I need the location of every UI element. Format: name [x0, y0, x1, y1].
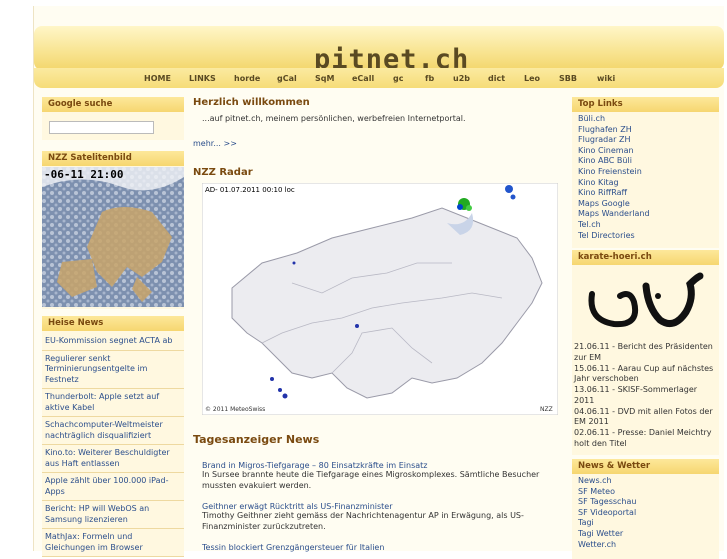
top-links-box: Top Links Büli.ch Flughafen ZH Flugradar… — [572, 97, 719, 248]
news-item: Geithner erwägt Rücktritt als US-Finanzm… — [202, 502, 542, 532]
page: pitnet.ch HOME LINKS horde gCal SqM eCal… — [33, 6, 724, 559]
news-item: Tessin blockiert Grenzgängersteuer für I… — [202, 543, 542, 552]
satellite-timestamp: -06-11 21:00 — [44, 168, 123, 181]
nav-wiki[interactable]: wiki — [597, 74, 615, 83]
heise-item[interactable]: Apple zählt über 100.000 iPad-Apps — [42, 473, 184, 501]
news-weather-link[interactable]: News.ch — [578, 476, 719, 487]
nav-horde[interactable]: horde — [234, 74, 260, 83]
nzz-satellite-title: NZZ Satelitenbild — [42, 151, 184, 166]
top-navigation: HOME LINKS horde gCal SqM eCall gc fb u2… — [34, 68, 724, 88]
karate-title: karate-hoeri.ch — [572, 250, 719, 265]
news-weather-link[interactable]: Tagi — [578, 518, 719, 529]
news-text: Timothy Geithner zieht gemäss der Nachri… — [202, 511, 524, 531]
nav-home[interactable]: HOME — [144, 74, 171, 83]
nav-fb[interactable]: fb — [425, 74, 434, 83]
news-weather-title: News & Wetter — [572, 459, 719, 474]
nav-ecall[interactable]: eCall — [352, 74, 374, 83]
heise-item[interactable]: MathJax: Formeln und Gleichungen im Brow… — [42, 529, 184, 557]
nav-dict[interactable]: dict — [488, 74, 505, 83]
news-weather-link[interactable]: SF Tagesschau — [578, 497, 719, 508]
google-search-input[interactable] — [49, 121, 154, 134]
heise-item[interactable]: Regulierer senkt Terminierungsentgelte i… — [42, 351, 184, 389]
news-weather-link[interactable]: Tagi Wetter — [578, 529, 719, 540]
tagesanzeiger-heading: Tagesanzeiger News — [193, 433, 320, 446]
news-headline[interactable]: Brand in Migros-Tiefgarage – 80 Einsatzk… — [202, 461, 542, 470]
top-link[interactable]: Kino Cineman — [578, 146, 719, 157]
nav-u2b[interactable]: u2b — [453, 74, 470, 83]
top-link[interactable]: Kino RiffRaff — [578, 188, 719, 199]
radar-timestamp: AD- 01.07.2011 00:10 loc — [205, 186, 295, 194]
heise-item[interactable]: Bericht: HP will WebOS an Samsung lizenz… — [42, 501, 184, 529]
top-links-title: Top Links — [572, 97, 719, 112]
news-item: Brand in Migros-Tiefgarage – 80 Einsatzk… — [202, 461, 542, 491]
top-link[interactable]: Kino Kitag — [578, 178, 719, 189]
top-link[interactable]: Maps Google — [578, 199, 719, 210]
welcome-text: ...auf pitnet.ch, meinem persönlichen, w… — [202, 114, 466, 123]
heise-item[interactable]: Schachcomputer-Weltmeister nachträglich … — [42, 417, 184, 445]
radar-heading: NZZ Radar — [193, 167, 253, 178]
heise-item[interactable]: Kino.to: Weiterer Beschuldigter aus Haft… — [42, 445, 184, 473]
nav-links[interactable]: LINKS — [189, 74, 216, 83]
news-weather-link[interactable]: SF Videoportal — [578, 508, 719, 519]
top-link[interactable]: Tel Directories — [578, 231, 719, 242]
nzz-satellite-box: NZZ Satelitenbild -06-11 21:00 — [42, 151, 184, 309]
radar-credit: © 2011 MeteoSwiss — [205, 406, 265, 413]
news-weather-box: News & Wetter News.ch SF Meteo SF Tagess… — [572, 459, 719, 559]
top-link[interactable]: Büli.ch — [578, 114, 719, 125]
top-link[interactable]: Flugradar ZH — [578, 135, 719, 146]
karate-news-item[interactable]: 04.06.11 - DVD mit allen Fotos der EM 20… — [574, 407, 717, 428]
header-banner: pitnet.ch — [34, 26, 724, 75]
google-search-title: Google suche — [42, 97, 184, 112]
karate-news-item[interactable]: 15.06.11 - Aarau Cup auf nächstes Jahr v… — [574, 364, 717, 385]
news-headline[interactable]: Geithner erwägt Rücktritt als US-Finanzm… — [202, 502, 542, 511]
news-text: In Sursee brannte heute die Tiefgarage e… — [202, 470, 540, 490]
nav-gcal[interactable]: gCal — [277, 74, 297, 83]
top-link[interactable]: Maps Wanderland — [578, 209, 719, 220]
top-link[interactable]: Kino ABC Büli — [578, 156, 719, 167]
karate-news-item[interactable]: 21.06.11 - Bericht des Präsidenten zur E… — [574, 342, 717, 363]
nav-sqm[interactable]: SqM — [315, 74, 334, 83]
karate-box: karate-hoeri.ch 21.06.11 - Bericht des P… — [572, 250, 719, 455]
satellite-image[interactable]: -06-11 21:00 — [42, 167, 184, 307]
news-weather-link[interactable]: SF Meteo — [578, 487, 719, 498]
top-link[interactable]: Tel.ch — [578, 220, 719, 231]
nav-gc[interactable]: gc — [393, 74, 403, 83]
more-link[interactable]: mehr... >> — [193, 139, 237, 148]
top-link[interactable]: Kino Freienstein — [578, 167, 719, 178]
radar-scale: NZZ — [540, 406, 553, 413]
heise-news-title: Heise News — [42, 316, 184, 331]
google-search-box: Google suche — [42, 97, 184, 140]
nav-leo[interactable]: Leo — [524, 74, 540, 83]
heise-news-box: Heise News EU-Kommission segnet ACTA ab … — [42, 316, 184, 557]
enso-logo — [588, 272, 704, 328]
radar-map[interactable]: AD- 01.07.2011 00:10 loc © 2011 MeteoSwi… — [202, 183, 558, 415]
heise-item[interactable]: Thunderbolt: Apple setzt auf aktive Kabe… — [42, 389, 184, 417]
news-headline[interactable]: Tessin blockiert Grenzgängersteuer für I… — [202, 543, 542, 552]
tagesanzeiger-list: Brand in Migros-Tiefgarage – 80 Einsatzk… — [202, 461, 542, 552]
nav-sbb[interactable]: SBB — [559, 74, 577, 83]
welcome-heading: Herzlich willkommen — [193, 97, 310, 108]
karate-news-item[interactable]: 13.06.11 - SKISF-Sommerlager 2011 — [574, 385, 717, 406]
karate-news-item[interactable]: 02.06.11 - Presse: Daniel Meichtry holt … — [574, 428, 717, 449]
heise-item[interactable]: EU-Kommission segnet ACTA ab — [42, 333, 184, 351]
top-link[interactable]: Flughafen ZH — [578, 125, 719, 136]
